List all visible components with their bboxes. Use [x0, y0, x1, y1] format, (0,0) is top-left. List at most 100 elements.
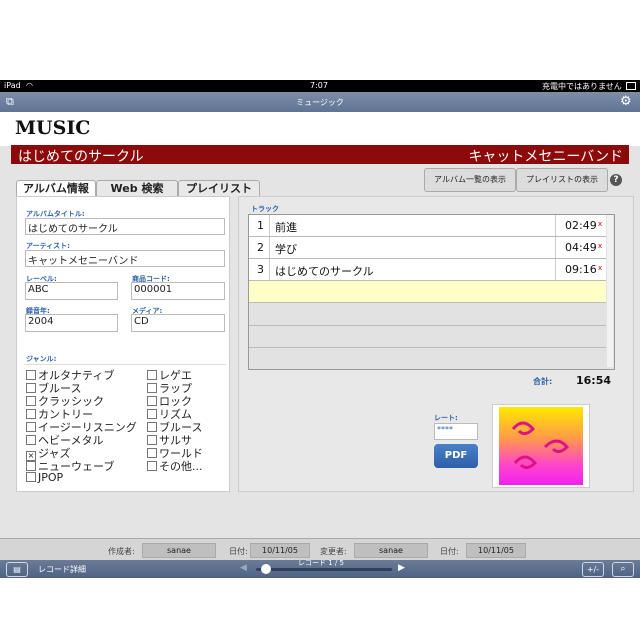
delete-track-icon[interactable]: x: [598, 242, 602, 250]
checkbox-icon[interactable]: [147, 448, 157, 458]
checkbox-icon[interactable]: [26, 472, 36, 482]
find-icon[interactable]: ⌕: [612, 562, 634, 577]
column-divider: [269, 237, 270, 258]
genre-option[interactable]: イージーリスニング: [26, 419, 137, 434]
checkbox-icon[interactable]: [26, 370, 36, 380]
album-title-heading: はじめてのサークル: [18, 149, 144, 165]
record-slider[interactable]: [256, 564, 392, 574]
genre-option[interactable]: ニューウェーブ: [26, 458, 137, 473]
column-divider: [555, 237, 556, 258]
help-icon[interactable]: ?: [610, 174, 622, 186]
tracks-table: 1 前進 02:49 x 2 学び 04:49 x 3 はじめてのサークル 09:16 x: [248, 214, 615, 370]
track-row[interactable]: 1 前進 02:49 x: [249, 215, 606, 237]
checkbox-icon[interactable]: [26, 383, 36, 393]
delete-track-icon[interactable]: x: [598, 220, 602, 228]
tab-album-info[interactable]: アルバム情報: [16, 180, 96, 197]
track-title: はじめてのサークル: [275, 265, 374, 278]
battery-icon: [626, 82, 636, 90]
table-divider: [249, 347, 606, 348]
rating-field[interactable]: ****: [434, 423, 478, 440]
checkbox-icon[interactable]: [147, 396, 157, 406]
pdf-button[interactable]: PDF: [434, 444, 478, 468]
created-date-value: 10/11/05: [250, 543, 310, 558]
checkbox-icon[interactable]: [147, 370, 157, 380]
bottom-toolbar: ▤ レコード詳細 レコード 1 / 5 ◀ ▶ +/- ⌕: [0, 559, 640, 578]
checkbox-icon[interactable]: [26, 461, 36, 471]
checkbox-icon[interactable]: [26, 422, 36, 432]
checkbox-icon[interactable]: [147, 461, 157, 471]
checkbox-icon[interactable]: [26, 435, 36, 445]
track-title: 学び: [275, 243, 297, 256]
code-field[interactable]: 000001: [131, 282, 225, 300]
checkbox-icon[interactable]: [147, 409, 157, 419]
column-divider: [555, 259, 556, 280]
tracks-label: トラック: [251, 205, 279, 213]
new-track-row[interactable]: [249, 281, 606, 303]
clock: 7:07: [310, 81, 328, 90]
logo-area: MUSIC: [0, 112, 640, 146]
track-number: 3: [257, 263, 264, 276]
label-field[interactable]: ABC: [25, 282, 118, 300]
genre-option[interactable]: その他...: [147, 458, 203, 473]
checkbox-icon[interactable]: [26, 396, 36, 406]
checkbox-icon[interactable]: [26, 409, 36, 419]
title-bar: はじめてのサークル キャットメセニーバンド: [11, 145, 629, 165]
created-by-label: 作成者:: [108, 547, 135, 556]
checkbox-icon[interactable]: [147, 383, 157, 393]
total-value: 16:54: [576, 374, 612, 387]
delete-track-icon[interactable]: x: [598, 264, 602, 272]
genre-option[interactable]: クラッシック: [26, 393, 137, 408]
tab-web-search[interactable]: Web 検索: [96, 180, 178, 197]
gear-icon[interactable]: ⚙: [620, 94, 632, 109]
tracks-scrollbar[interactable]: [607, 215, 613, 367]
artist-heading: キャットメセニーバンド: [468, 149, 623, 165]
wifi-icon: ◠: [26, 81, 33, 90]
track-row[interactable]: 2 学び 04:49 x: [249, 237, 606, 259]
view-name: レコード詳細: [38, 565, 86, 574]
genre-option[interactable]: ロック: [147, 393, 203, 408]
total-label: 合計:: [533, 377, 553, 386]
genre-option[interactable]: レゲエ: [147, 367, 203, 382]
playlist-view-button[interactable]: プレイリストの表示: [516, 168, 608, 192]
album-list-button[interactable]: アルバム一覧の表示: [424, 168, 516, 192]
column-divider: [269, 215, 270, 236]
artist-field[interactable]: キャットメセニーバンド: [25, 250, 225, 267]
track-title: 前進: [275, 221, 297, 234]
layout-icon[interactable]: ▤: [6, 562, 28, 577]
add-delete-record-icon[interactable]: +/-: [582, 562, 604, 577]
genre-option[interactable]: ブルース: [147, 419, 203, 434]
genre-list: オルタナティブ ブルース クラッシック カントリー イージーリスニング ヘビーメタル × ジャ…: [24, 364, 226, 485]
genre-option[interactable]: カントリー: [26, 406, 137, 421]
next-record-icon[interactable]: ▶: [398, 563, 405, 573]
genre-label: その他...: [159, 460, 203, 473]
checkbox-icon[interactable]: [147, 435, 157, 445]
tab-playlist[interactable]: プレイリスト: [178, 180, 260, 197]
record-slider-knob[interactable]: [261, 564, 272, 574]
main-content: MUSIC はじめてのサークル キャットメセニーバンド アルバム情報 Web 検…: [0, 112, 640, 538]
genre-option[interactable]: ブルース: [26, 380, 137, 395]
media-field[interactable]: CD: [131, 314, 225, 332]
track-duration: 09:16: [565, 263, 597, 276]
album-title-field[interactable]: はじめてのサークル: [25, 218, 225, 235]
nav-title: ミュージック: [296, 98, 344, 107]
table-divider: [249, 325, 606, 326]
logo: MUSIC: [15, 117, 91, 139]
track-row[interactable]: 3 はじめてのサークル 09:16 x: [249, 259, 606, 281]
created-by-value: sanae: [142, 543, 216, 558]
genre-option[interactable]: ワールド: [147, 445, 203, 460]
previous-record-icon[interactable]: ◀: [240, 563, 247, 573]
track-duration: 04:49: [565, 241, 597, 254]
battery-status: 充電中ではありません: [542, 82, 622, 91]
genre-option[interactable]: ラップ: [147, 380, 203, 395]
genre-label: JPOP: [38, 471, 64, 484]
track-number: 2: [257, 241, 264, 254]
album-cover-frame[interactable]: [492, 404, 590, 488]
checkbox-icon[interactable]: [147, 422, 157, 432]
device-label: iPad: [4, 81, 21, 90]
genre-option[interactable]: オルタナティブ: [26, 367, 137, 382]
year-field[interactable]: 2004: [25, 314, 118, 332]
modified-by-label: 変更者:: [320, 547, 347, 556]
column-divider: [555, 215, 556, 236]
genre-option[interactable]: リズム: [147, 406, 203, 421]
modified-by-value: sanae: [354, 543, 428, 558]
